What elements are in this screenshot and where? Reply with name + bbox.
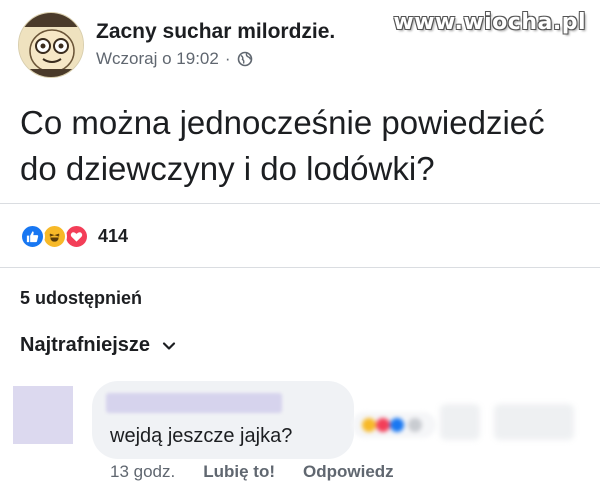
post-text: Co można jednocześnie powiedzieć do dzie… bbox=[20, 100, 590, 192]
page-name[interactable]: Zacny suchar milordzie. bbox=[96, 20, 335, 44]
like-icon bbox=[20, 224, 45, 249]
page-avatar[interactable] bbox=[18, 12, 84, 78]
divider bbox=[0, 267, 600, 268]
chevron-down-icon bbox=[162, 341, 176, 350]
comment-reply-button[interactable]: Odpowiedz bbox=[303, 462, 394, 482]
reaction-icons bbox=[20, 223, 96, 249]
comment-text: wejdą jeszcze jajka? bbox=[110, 425, 293, 447]
post-text-line-2: do dziewczyny i do lodówki? bbox=[20, 150, 435, 187]
comment-sort-dropdown[interactable]: Najtrafniejsze bbox=[20, 334, 176, 357]
haha-icon bbox=[42, 224, 67, 249]
meta-separator: · bbox=[224, 49, 231, 68]
post-meta: Wczoraj o 19:02 · bbox=[96, 49, 253, 69]
reactions-summary[interactable]: 414 bbox=[20, 222, 128, 250]
watermark: www.wiocha.pl bbox=[393, 10, 586, 35]
love-icon bbox=[64, 224, 89, 249]
shares-count[interactable]: 5 udostępnień bbox=[20, 288, 142, 309]
page-avatar-image bbox=[19, 13, 83, 77]
comment-like-button[interactable]: Lubię to! bbox=[203, 462, 275, 482]
blurred-area bbox=[440, 404, 480, 440]
commenter-name[interactable] bbox=[106, 393, 282, 413]
blurred-area bbox=[494, 404, 574, 440]
post-timestamp[interactable]: Wczoraj o 19:02 bbox=[96, 49, 219, 69]
comment-time[interactable]: 13 godz. bbox=[110, 462, 175, 482]
commenter-avatar[interactable] bbox=[13, 386, 73, 444]
comment-actions: 13 godz. Lubię to! Odpowiedz bbox=[110, 462, 394, 482]
comment-reactions[interactable] bbox=[352, 412, 436, 438]
post-text-line-1: Co można jednocześnie powiedzieć bbox=[20, 104, 545, 141]
reaction-count[interactable]: 414 bbox=[98, 226, 128, 247]
sort-label: Najtrafniejsze bbox=[20, 334, 151, 356]
globe-icon bbox=[237, 51, 253, 67]
divider bbox=[0, 203, 600, 204]
